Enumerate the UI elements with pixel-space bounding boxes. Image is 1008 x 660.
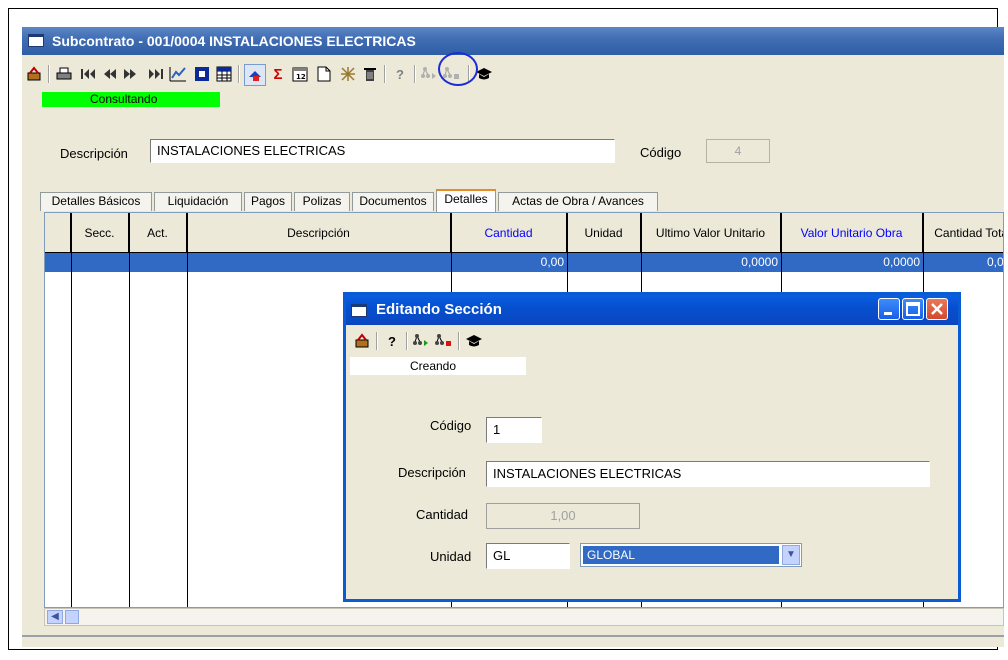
cell-cantidad[interactable]: 0,00 [451, 253, 567, 272]
chevron-down-icon[interactable]: ▼ [782, 545, 800, 565]
dialog-unit-label: Unidad [430, 549, 472, 564]
new-document-icon[interactable] [314, 64, 334, 84]
column-header-act[interactable]: Act. [129, 213, 187, 253]
svg-text:12: 12 [296, 73, 306, 81]
tab-detalles-basicos[interactable]: Detalles Básicos [40, 192, 152, 211]
first-record-icon[interactable] [78, 64, 98, 84]
tab-documentos[interactable]: Documentos [352, 192, 434, 211]
dialog-window-icon [351, 304, 367, 317]
next-record-icon[interactable] [120, 64, 140, 84]
grid-icon[interactable] [214, 64, 234, 84]
cell-cantidad-total[interactable]: 0,0 [923, 253, 1003, 272]
highlight-circle [438, 52, 478, 86]
minimize-icon [884, 312, 892, 315]
horizontal-scrollbar[interactable]: ◀ [44, 608, 1004, 626]
window-title: Subcontrato - 001/0004 INSTALACIONES ELE… [52, 33, 416, 49]
toolbar-separator [458, 332, 460, 350]
last-record-icon[interactable] [146, 64, 166, 84]
window-bottom-edge [22, 635, 1004, 637]
column-header-secc[interactable]: Secc. [71, 213, 129, 253]
calendar-icon[interactable]: 12 [290, 64, 310, 84]
toolbar-separator [48, 65, 50, 83]
dialog-exit-icon[interactable] [352, 331, 372, 351]
status-indicator: Consultando [42, 92, 220, 107]
previous-record-icon[interactable] [100, 64, 120, 84]
scrollbar-thumb[interactable] [65, 610, 79, 624]
cell-ultimo-valor-unitario[interactable]: 0,0000 [641, 253, 781, 272]
dialog-description-label: Descripción [398, 465, 466, 480]
print-icon[interactable] [54, 64, 74, 84]
grid-column-line [129, 213, 130, 607]
dialog-titlebar[interactable]: Editando Sección [346, 295, 958, 325]
column-header-unidad[interactable]: Unidad [567, 213, 641, 253]
main-toolbar: Σ 12 ? [22, 61, 1004, 89]
tab-pagos[interactable]: Pagos [244, 192, 292, 211]
close-icon [931, 303, 943, 315]
chart-icon[interactable] [168, 64, 188, 84]
color-icon[interactable] [244, 64, 266, 86]
minimize-button[interactable] [878, 298, 900, 320]
dialog-toolbar: ? [346, 328, 958, 356]
grid-column-line [187, 213, 188, 607]
column-header-cantidad-total[interactable]: Cantidad Total [923, 213, 1003, 253]
toolbar-separator [414, 65, 416, 83]
code-field[interactable]: 4 [706, 139, 770, 163]
exit-icon[interactable] [24, 64, 44, 84]
help-icon[interactable]: ? [390, 64, 410, 84]
tab-actas-obra[interactable]: Actas de Obra / Avances [498, 192, 658, 211]
row-indicator-header [45, 213, 71, 253]
column-header-descripcion[interactable]: Descripción [187, 213, 451, 253]
dialog-description-field[interactable]: INSTALACIONES ELECTRICAS [486, 461, 930, 487]
toolbar-separator [406, 332, 408, 350]
grid-column-line [71, 213, 72, 607]
dialog-unit-code-field[interactable]: GL [486, 543, 570, 569]
cell-valor-unitario-obra[interactable]: 0,0000 [781, 253, 923, 272]
main-titlebar[interactable]: Subcontrato - 001/0004 INSTALACIONES ELE… [22, 27, 1004, 55]
dialog-status-indicator: Creando [350, 357, 526, 375]
scroll-left-icon[interactable]: ◀ [47, 610, 63, 624]
form-icon[interactable] [192, 64, 212, 84]
edit-section-dialog: Editando Sección ? Creando Código 1 Desc… [343, 292, 961, 602]
dialog-remove-node-icon[interactable] [434, 331, 454, 351]
dialog-help-icon[interactable]: ? [382, 331, 402, 351]
description-field[interactable]: INSTALACIONES ELECTRICAS [150, 139, 615, 163]
toolbar-separator [376, 332, 378, 350]
sum-icon[interactable]: Σ [268, 64, 288, 84]
tab-polizas[interactable]: Polizas [294, 192, 350, 211]
dialog-title: Editando Sección [376, 301, 502, 318]
delete-icon[interactable] [360, 64, 380, 84]
column-header-cantidad[interactable]: Cantidad [451, 213, 567, 253]
code-label: Código [640, 145, 682, 160]
maximize-icon [906, 302, 920, 316]
dialog-hat-icon[interactable] [464, 331, 484, 351]
window-icon [28, 34, 44, 47]
clear-icon[interactable] [338, 64, 358, 84]
tab-detalles[interactable]: Detalles [436, 189, 496, 212]
toolbar-separator [238, 65, 240, 83]
column-header-valor-unitario-obra[interactable]: Valor Unitario Obra [781, 213, 923, 253]
description-label: Descripción [60, 146, 128, 161]
column-header-ultimo-valor-unitario[interactable]: Ultimo Valor Unitario [641, 213, 781, 253]
dialog-unit-select-value: GLOBAL [583, 546, 779, 564]
toolbar-separator [384, 65, 386, 83]
add-node-icon[interactable] [420, 64, 440, 84]
maximize-button[interactable] [902, 298, 924, 320]
close-button[interactable] [926, 298, 948, 320]
tab-liquidacion[interactable]: Liquidación [154, 192, 242, 211]
dialog-code-label: Código [430, 418, 472, 433]
dialog-quantity-label: Cantidad [416, 507, 469, 522]
dialog-unit-select[interactable]: GLOBAL ▼ [580, 543, 802, 567]
dialog-quantity-field[interactable]: 1,00 [486, 503, 640, 529]
dialog-code-field[interactable]: 1 [486, 417, 542, 443]
dialog-add-node-icon[interactable] [412, 331, 432, 351]
